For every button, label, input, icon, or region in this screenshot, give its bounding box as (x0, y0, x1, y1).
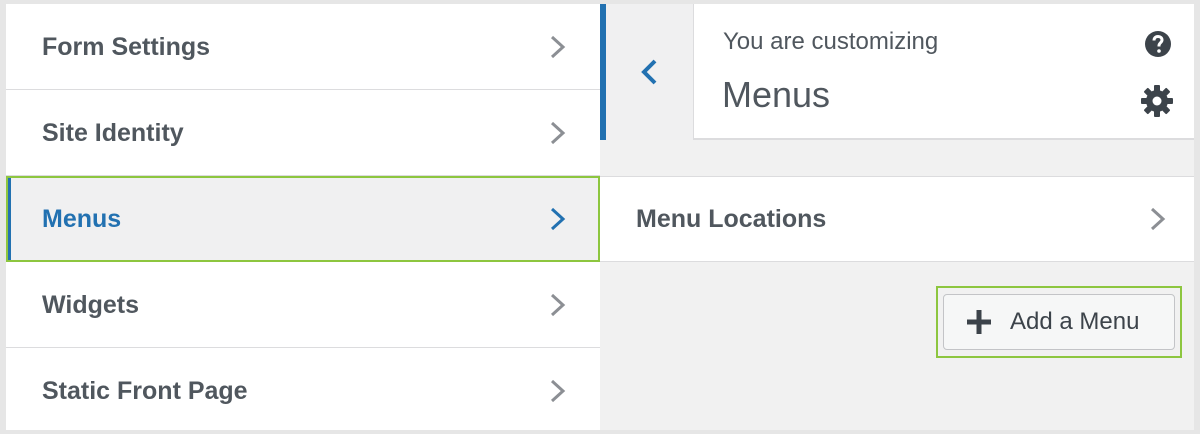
section-item-form-settings[interactable]: Form Settings (6, 4, 600, 90)
add-menu-label: Add a Menu (1010, 308, 1140, 335)
section-item-widgets[interactable]: Widgets (6, 262, 600, 348)
section-item-label: Site Identity (42, 119, 184, 147)
back-button[interactable] (606, 4, 694, 140)
section-item-menu-locations[interactable]: Menu Locations (600, 176, 1194, 262)
page-title: Menus (722, 74, 831, 115)
chevron-right-icon (550, 207, 566, 231)
section-item-label: Menu Locations (636, 205, 827, 233)
section-item-static-front-page[interactable]: Static Front Page (6, 348, 600, 430)
add-menu-button[interactable]: Add a Menu (943, 294, 1175, 350)
help-icon[interactable] (1144, 30, 1172, 58)
customizer-sections-panel: Form Settings Site Identity Menus Widget… (6, 4, 600, 430)
customizing-label: You are customizing (723, 28, 939, 55)
plus-icon (967, 310, 991, 334)
chevron-left-icon (641, 59, 657, 85)
gear-icon[interactable] (1140, 84, 1174, 118)
section-item-label: Widgets (42, 291, 139, 319)
section-item-label: Static Front Page (42, 377, 248, 405)
chevron-right-icon (1150, 207, 1166, 231)
chevron-right-icon (550, 293, 566, 317)
customizer-frame: Form Settings Site Identity Menus Widget… (6, 4, 1194, 430)
chevron-right-icon (550, 35, 566, 59)
menus-panel: You are customizing Menus Menu Locations… (600, 4, 1194, 430)
chevron-right-icon (550, 121, 566, 145)
chevron-right-icon (550, 379, 566, 403)
section-item-label: Form Settings (42, 33, 211, 61)
section-item-menus[interactable]: Menus (6, 176, 600, 262)
section-item-site-identity[interactable]: Site Identity (6, 90, 600, 176)
add-menu-highlight: Add a Menu (936, 286, 1182, 358)
panel-header: You are customizing Menus (694, 4, 1194, 140)
section-item-label: Menus (42, 205, 122, 233)
